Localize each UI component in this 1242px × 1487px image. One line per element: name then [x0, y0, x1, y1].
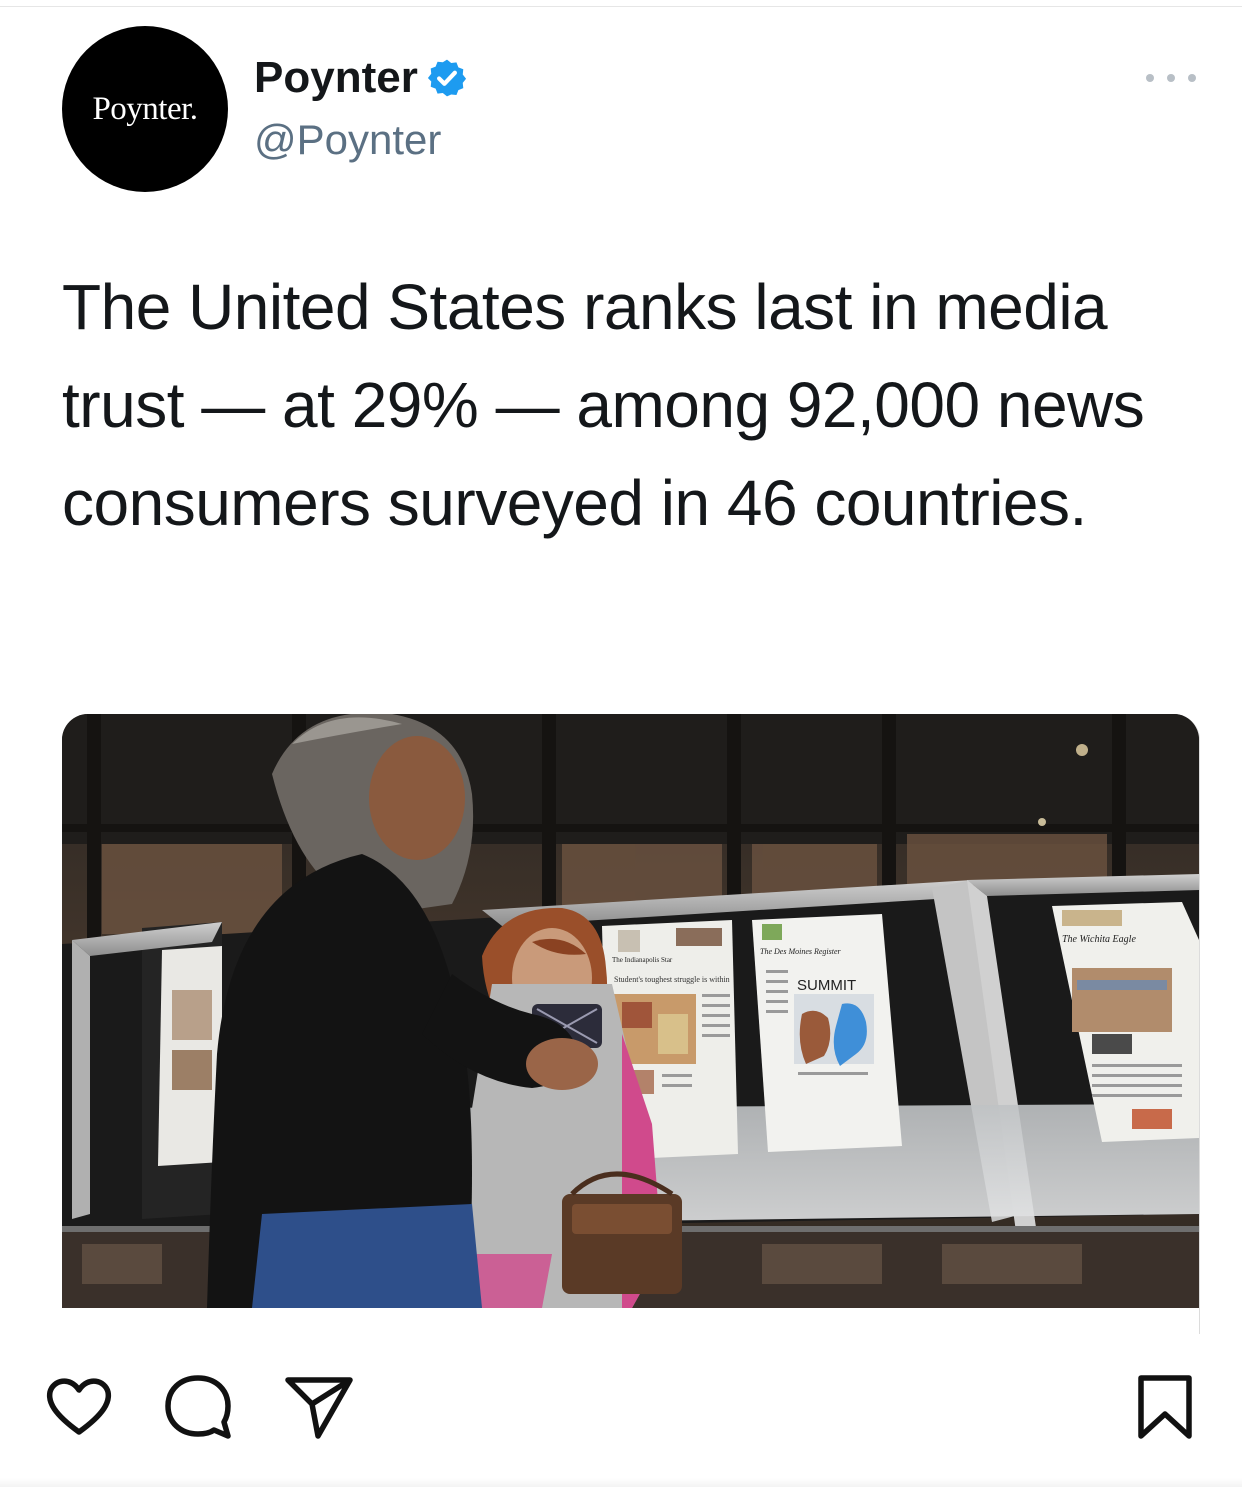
heart-icon[interactable] [44, 1372, 114, 1442]
media-footer [62, 1308, 1199, 1334]
verified-badge-icon [426, 57, 468, 99]
top-divider [0, 6, 1242, 7]
comment-bubble-icon[interactable] [162, 1372, 234, 1444]
headline-indianapolis-star: Student's toughest struggle is within [614, 975, 730, 984]
masthead-wichita-eagle: The Wichita Eagle [1062, 934, 1136, 945]
headline-des-moines-register: SUMMIT [797, 977, 856, 994]
post-text: The United States ranks last in media tr… [62, 271, 1145, 539]
post-photo[interactable]: The Indianapolis Star Student's toughest… [62, 714, 1199, 1308]
newspaper-des-moines-register: The Des Moines Register SUMMIT [752, 914, 902, 1152]
media-card: The Indianapolis Star Student's toughest… [62, 714, 1200, 1334]
author-display-name[interactable]: Poynter [254, 52, 418, 104]
author-handle[interactable]: @Poynter [254, 114, 441, 166]
more-options-icon[interactable] [1146, 70, 1196, 86]
photo-scene: The Indianapolis Star Student's toughest… [62, 714, 1199, 1308]
masthead-des-moines-register: The Des Moines Register [760, 947, 842, 956]
author-name-row: Poynter [254, 52, 468, 104]
avatar-logo-text: Poynter. [92, 90, 198, 127]
masthead-indianapolis-star: The Indianapolis Star [612, 956, 673, 964]
avatar[interactable]: Poynter. [62, 26, 228, 192]
bookmark-icon[interactable] [1136, 1374, 1194, 1440]
send-icon[interactable] [284, 1372, 354, 1442]
bottom-edge [0, 1478, 1242, 1487]
